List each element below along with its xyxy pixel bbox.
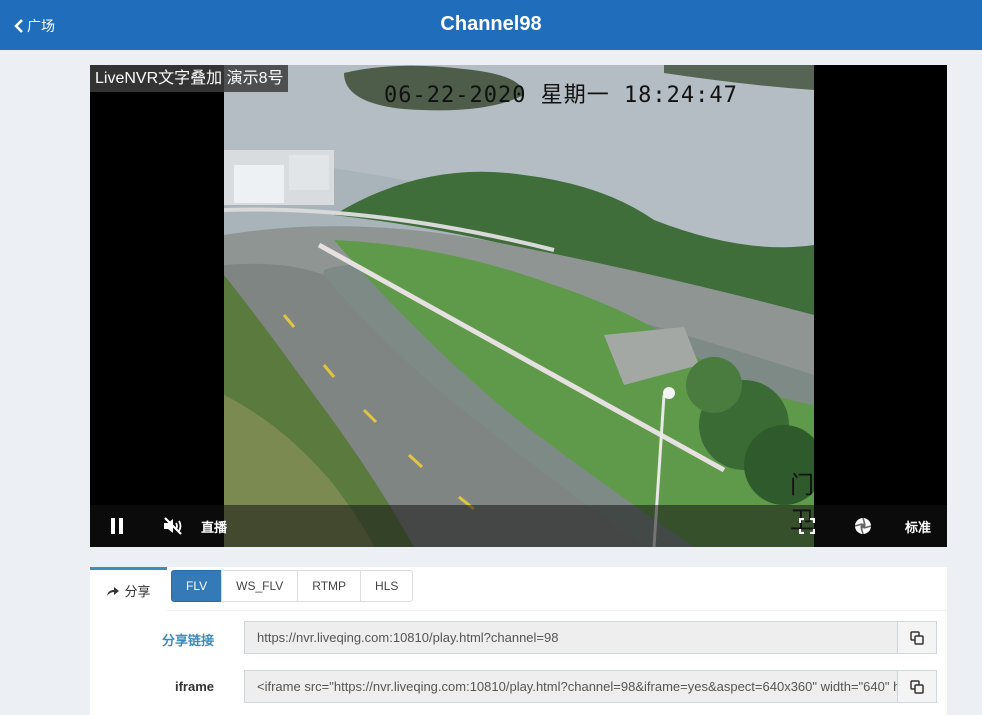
copy-icon xyxy=(910,679,924,694)
video-player[interactable]: 06-22-2020 星期一 18:24:47 门卫 LiveNVR文字叠加 演… xyxy=(90,65,947,547)
osd-timestamp: 06-22-2020 星期一 18:24:47 xyxy=(384,83,738,108)
fullscreen-icon xyxy=(799,518,815,534)
live-label: 直播 xyxy=(201,519,228,535)
video-frame: 06-22-2020 星期一 18:24:47 门卫 xyxy=(224,65,814,547)
fullscreen-button[interactable] xyxy=(799,505,815,547)
protocol-button-group: FLV WS_FLV RTMP HLS xyxy=(171,570,414,602)
tab-divider xyxy=(167,610,947,611)
camera-scene-image xyxy=(224,65,814,547)
iframe-label: iframe xyxy=(174,679,214,694)
protocol-rtmp-button[interactable]: RTMP xyxy=(297,570,362,602)
pause-button[interactable] xyxy=(109,505,125,547)
camera-shutter-icon xyxy=(854,517,872,535)
copy-link-button[interactable] xyxy=(897,621,937,654)
top-bar: 广场 Channel98 xyxy=(0,0,982,50)
protocol-hls-button[interactable]: HLS xyxy=(360,570,414,602)
share-panel: 分享 FLV WS_FLV RTMP HLS 分享链接 https://nvr.… xyxy=(90,567,947,715)
iframe-code-field[interactable]: <iframe src="https://nvr.liveqing.com:10… xyxy=(244,670,898,703)
share-link-field[interactable]: https://nvr.liveqing.com:10810/play.html… xyxy=(244,621,898,654)
quality-button[interactable]: 标准 xyxy=(905,505,931,547)
mute-button[interactable] xyxy=(162,505,184,547)
share-arrow-icon xyxy=(107,586,120,596)
muted-speaker-icon xyxy=(164,517,182,535)
protocol-ws-flv-button[interactable]: WS_FLV xyxy=(221,570,299,602)
text-overlay: LiveNVR文字叠加 演示8号 xyxy=(90,65,289,92)
page-title: Channel98 xyxy=(440,13,542,35)
live-button[interactable]: 直播 xyxy=(201,505,227,547)
share-link-label: 分享链接 xyxy=(161,633,214,648)
player-controls: 直播 标准 xyxy=(90,505,947,547)
protocol-flv-button[interactable]: FLV xyxy=(171,570,223,602)
quality-label: 标准 xyxy=(905,519,932,535)
pause-icon xyxy=(111,518,123,534)
copy-icon xyxy=(910,630,924,645)
snapshot-button[interactable] xyxy=(854,505,872,547)
tab-share[interactable]: 分享 xyxy=(90,567,167,611)
tab-share-label: 分享 xyxy=(124,584,151,599)
copy-iframe-button[interactable] xyxy=(897,670,937,703)
